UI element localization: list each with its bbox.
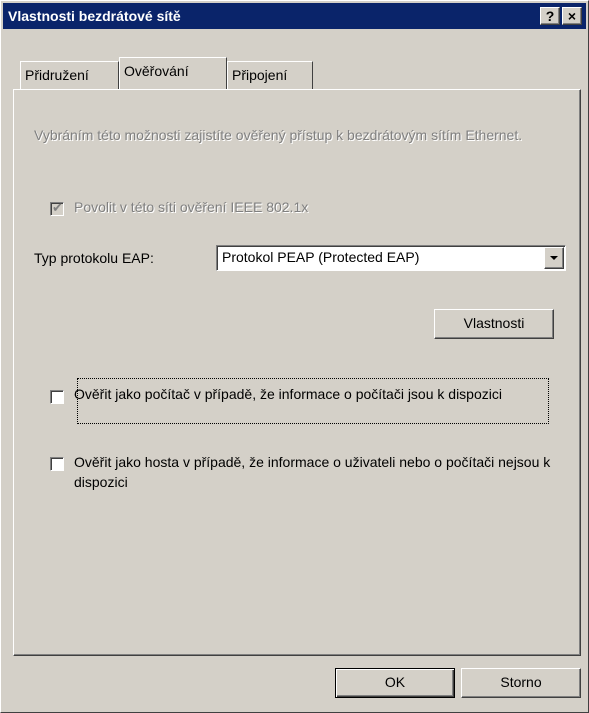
auth-as-computer-checkbox[interactable] (50, 390, 64, 404)
tab-overovani[interactable]: Ověřování (119, 57, 227, 89)
properties-dialog: Vlastnosti bezdrátové sítě ? × Přidružen… (0, 0, 589, 713)
window-title: Vlastnosti bezdrátové sítě (8, 8, 181, 24)
dropdown-button[interactable] (544, 247, 564, 269)
eap-type-value: Protokol PEAP (Protected EAP) (222, 249, 420, 265)
auth-as-guest-label: Ověřit jako hosta v případě, že informac… (74, 454, 551, 490)
properties-button[interactable]: Vlastnosti (434, 309, 554, 339)
tab-pripojeni[interactable]: Připojení (227, 61, 313, 89)
chevron-down-icon (550, 256, 558, 260)
tab-pridruzeni[interactable]: Přidružení (20, 61, 119, 89)
eap-type-label: Typ protokolu EAP: (34, 250, 154, 266)
close-button[interactable]: × (562, 7, 582, 25)
description-text: Vybráním této možnosti zajistíte ověřený… (34, 127, 523, 143)
tab-label: Připojení (232, 67, 288, 83)
cancel-button[interactable]: Storno (461, 668, 581, 698)
title-bar[interactable]: Vlastnosti bezdrátové sítě ? × (3, 3, 586, 29)
enable-8021x-label: Povolit v této síti ověření IEEE 802.1x (74, 199, 309, 215)
tab-label: Ověřování (124, 63, 189, 79)
checkmark-icon: ✔ (52, 200, 63, 215)
ok-button[interactable]: OK (335, 668, 455, 698)
enable-8021x-checkbox[interactable]: ✔ (50, 200, 64, 216)
tab-panel-overovani: Vybráním této možnosti zajistíte ověřený… (13, 89, 581, 656)
auth-as-guest-checkbox[interactable] (50, 457, 64, 471)
eap-type-select[interactable]: Protokol PEAP (Protected EAP) (216, 245, 566, 271)
auth-as-computer-label: Ověřit jako počítač v případě, že inform… (74, 386, 502, 402)
help-button[interactable]: ? (540, 7, 560, 25)
tab-label: Přidružení (25, 67, 89, 83)
